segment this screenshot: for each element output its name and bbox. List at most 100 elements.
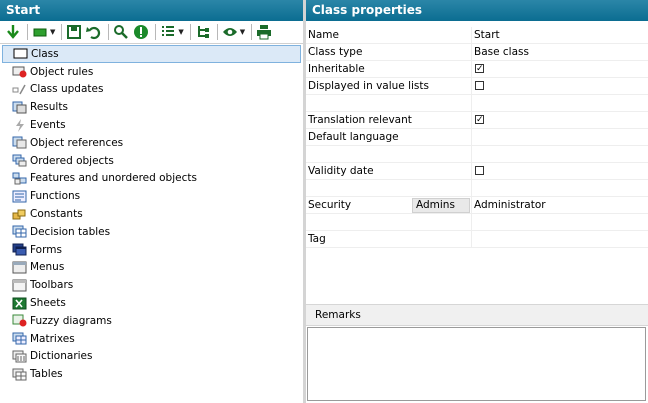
toolbar-separator	[251, 24, 253, 40]
tree-item-label: Matrixes	[30, 332, 75, 345]
security-group-chip[interactable]: Admins	[412, 198, 470, 213]
hierarchy-icon[interactable]	[194, 23, 212, 41]
tree-item-label: Class	[31, 47, 59, 60]
tree-item-tables[interactable]: Tables	[0, 365, 303, 383]
tree-item-class-updates[interactable]: Class updates	[0, 81, 303, 99]
toolbar: ▼ ▼ ▼	[0, 21, 303, 44]
events-icon	[12, 118, 27, 132]
sheets-icon	[12, 297, 27, 310]
property-value[interactable]: Base class	[474, 46, 529, 58]
list-icon[interactable]	[159, 23, 177, 41]
tree-item-label: Forms	[30, 243, 62, 256]
tree-item-functions[interactable]: Functions	[0, 187, 303, 205]
property-label: Displayed in value lists	[308, 80, 429, 92]
property-tag[interactable]: Tag	[306, 231, 648, 248]
property-label: Name	[308, 29, 339, 41]
inheritable-checkbox[interactable]: ✓	[475, 64, 484, 74]
tree-item-decision-tables[interactable]: Decision tables	[0, 223, 303, 241]
tree-item-features-and-unordered-objects[interactable]: Features and unordered objects	[0, 170, 303, 188]
menus-icon	[12, 261, 27, 274]
toolbar-separator	[61, 24, 63, 40]
column-divider	[471, 163, 472, 179]
arrow-down-icon[interactable]	[4, 23, 22, 41]
save-icon[interactable]	[65, 23, 83, 41]
property-value[interactable]: Administrator	[474, 199, 546, 211]
property-security[interactable]: Security Admins Administrator	[306, 197, 648, 214]
tree-item-results[interactable]: Results	[0, 98, 303, 116]
property-default-language[interactable]: Default language	[306, 129, 648, 146]
column-divider	[471, 146, 472, 162]
tree-item-fuzzy-diagrams[interactable]: Fuzzy diagrams	[0, 312, 303, 330]
tree-item-label: Functions	[30, 190, 81, 203]
translation-relevant-checkbox[interactable]: ✓	[475, 115, 484, 125]
tree-item-label: Constants	[30, 208, 83, 221]
tree-item-label: Sheets	[30, 297, 66, 310]
property-spacer	[306, 214, 648, 231]
tree-item-menus[interactable]: Menus	[0, 259, 303, 277]
toolbar-separator	[189, 24, 191, 40]
search-icon[interactable]	[112, 23, 130, 41]
column-divider	[471, 112, 472, 128]
property-class-type[interactable]: Class type Base class	[306, 44, 648, 61]
tree-item-label: Object references	[30, 136, 124, 149]
toolbar-separator	[108, 24, 110, 40]
tree-item-label: Toolbars	[30, 279, 74, 292]
property-translation-relevant[interactable]: Translation relevant ✓	[306, 112, 648, 129]
property-name[interactable]: Name Start	[306, 27, 648, 44]
chevron-down-icon[interactable]: ▼	[240, 28, 245, 36]
functions-icon	[12, 190, 27, 203]
alert-icon[interactable]	[132, 23, 150, 41]
tree-item-class[interactable]: Class	[2, 45, 301, 63]
tree-item-label: Dictionaries	[30, 350, 93, 363]
remarks-textarea[interactable]	[307, 327, 646, 401]
tree-item-object-references[interactable]: Object references	[0, 134, 303, 152]
print-icon[interactable]	[255, 23, 273, 41]
dictionaries-icon	[12, 350, 27, 363]
property-spacer	[306, 180, 648, 197]
validity-date-checkbox[interactable]	[475, 166, 484, 175]
column-divider	[471, 231, 472, 247]
property-spacer	[306, 95, 648, 112]
tree-item-label: Decision tables	[30, 225, 111, 238]
property-label: Inheritable	[308, 63, 365, 75]
ordered-objects-icon	[12, 154, 27, 167]
rectangle-icon[interactable]	[31, 23, 49, 41]
tree-item-constants[interactable]: Constants	[0, 205, 303, 223]
tree-item-dictionaries[interactable]: Dictionaries	[0, 348, 303, 366]
forms-icon	[12, 243, 27, 256]
chevron-down-icon[interactable]: ▼	[50, 28, 55, 36]
eye-icon[interactable]	[221, 23, 239, 41]
column-divider	[471, 180, 472, 196]
property-spacer	[306, 146, 648, 163]
object-rules-icon	[12, 65, 27, 78]
property-inheritable[interactable]: Inheritable ✓	[306, 61, 648, 78]
undo-icon[interactable]	[85, 23, 103, 41]
navigation-tree: Class Object rules Class updates Results…	[0, 45, 303, 383]
property-label: Default language	[308, 131, 399, 143]
property-displayed-in-value-lists[interactable]: Displayed in value lists	[306, 78, 648, 95]
right-panel-title: Class properties	[306, 0, 648, 21]
property-label: Validity date	[308, 165, 374, 177]
matrixes-icon	[12, 332, 27, 345]
features-icon	[12, 172, 27, 185]
displayed-in-value-lists-checkbox[interactable]	[475, 81, 484, 90]
tree-item-events[interactable]: Events	[0, 116, 303, 134]
property-value[interactable]: Start	[474, 29, 500, 41]
tree-item-object-rules[interactable]: Object rules	[0, 63, 303, 81]
column-divider	[471, 197, 472, 213]
tree-item-label: Fuzzy diagrams	[30, 314, 112, 327]
tree-item-label: Tables	[30, 368, 63, 381]
tree-item-matrixes[interactable]: Matrixes	[0, 330, 303, 348]
tree-item-ordered-objects[interactable]: Ordered objects	[0, 152, 303, 170]
results-icon	[12, 101, 27, 114]
tree-item-toolbars[interactable]: Toolbars	[0, 276, 303, 294]
property-validity-date[interactable]: Validity date	[306, 163, 648, 180]
left-panel: Start ▼ ▼ ▼ Class Object rules Class upd…	[0, 0, 303, 403]
tree-item-sheets[interactable]: Sheets	[0, 294, 303, 312]
chevron-down-icon[interactable]: ▼	[178, 28, 183, 36]
tree-item-forms[interactable]: Forms	[0, 241, 303, 259]
toolbar-separator	[27, 24, 28, 40]
right-panel: Class properties Name Start Class type B…	[306, 0, 648, 403]
properties-grid: Name Start Class type Base class Inherit…	[306, 27, 648, 248]
tree-item-label: Class updates	[30, 83, 104, 96]
